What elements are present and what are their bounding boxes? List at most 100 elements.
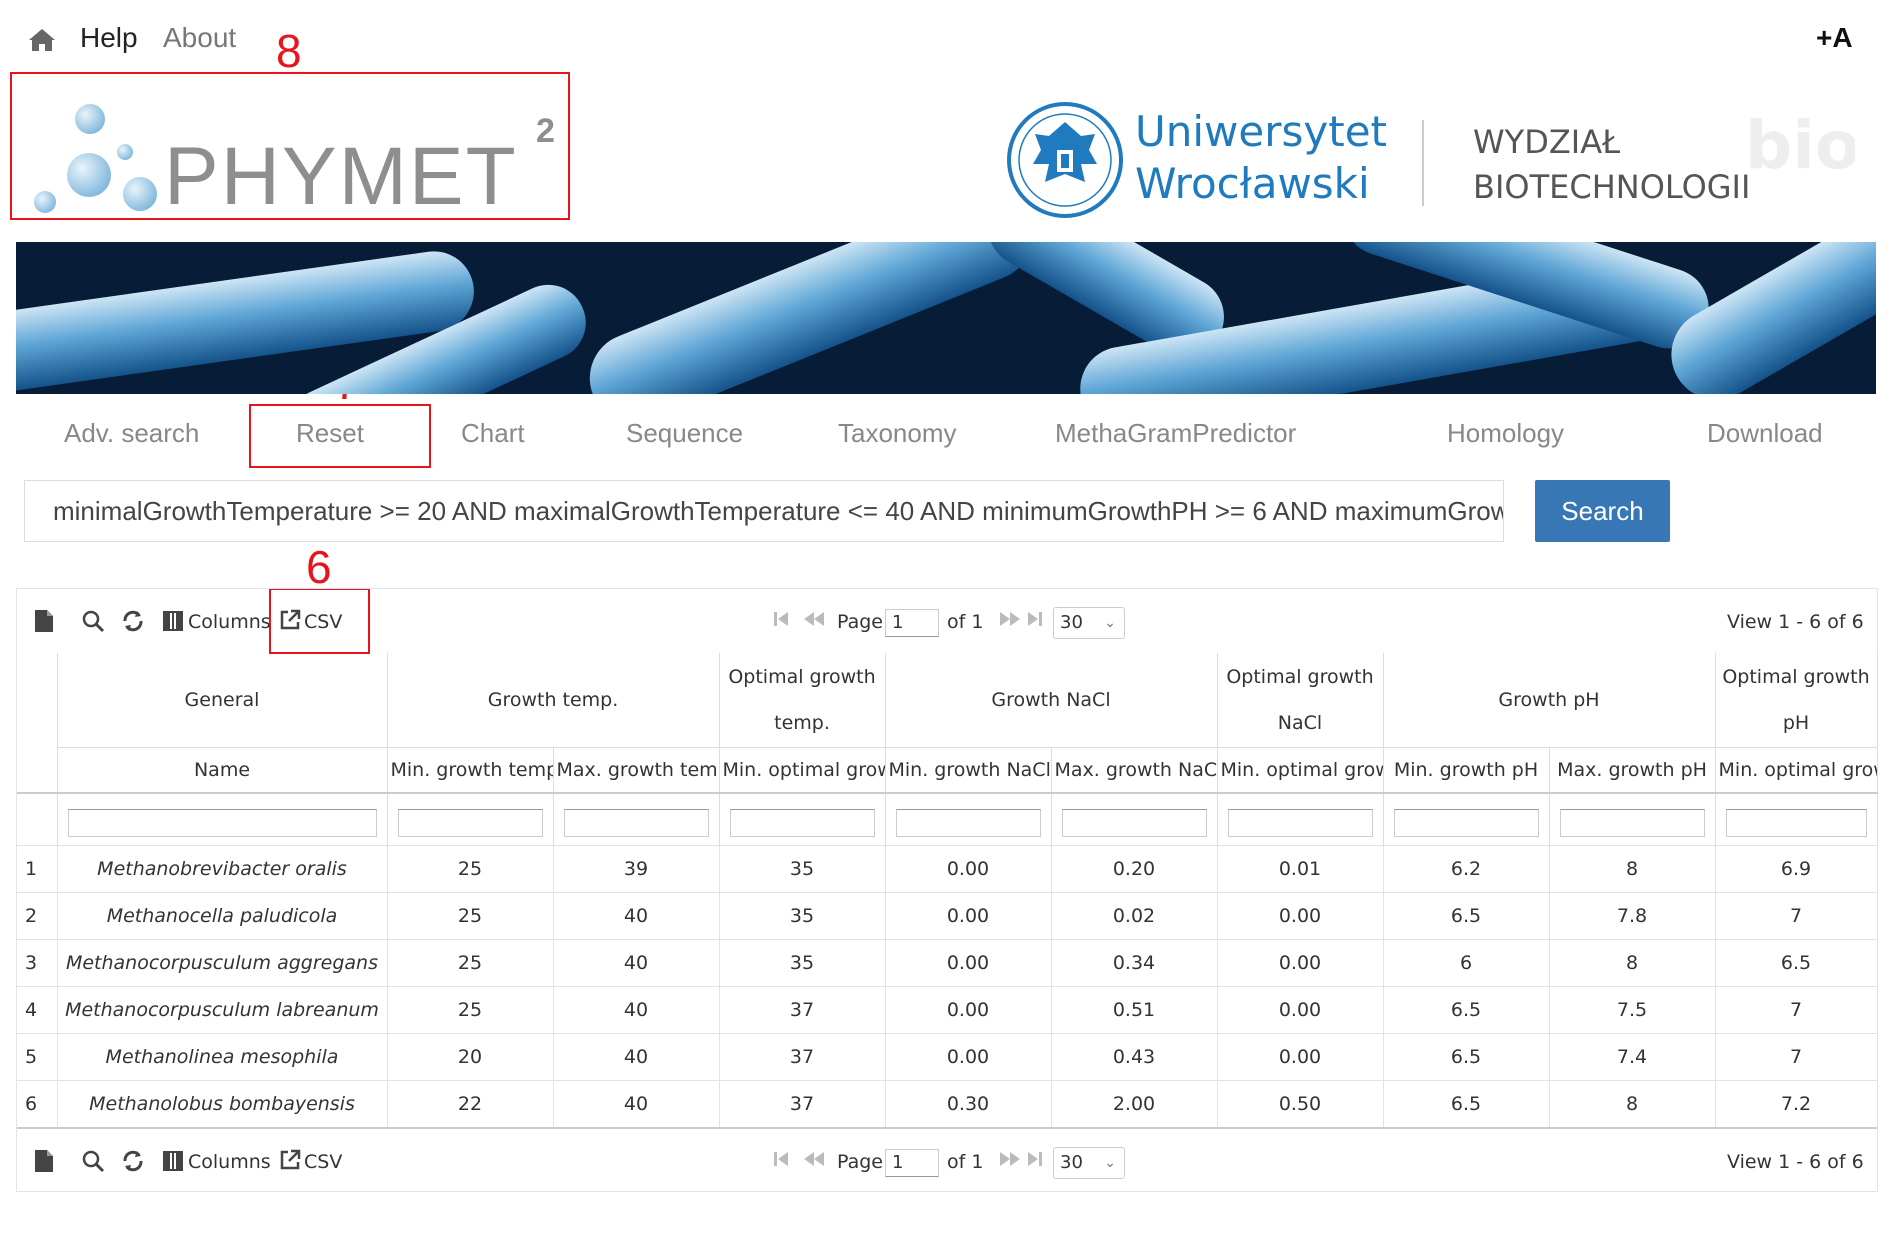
table-cell: 7.4 <box>1549 1032 1716 1080</box>
menu-chart[interactable]: Chart <box>461 418 525 449</box>
column-header[interactable]: Min. optimal grow <box>1715 747 1878 794</box>
table-cell: 37 <box>719 985 886 1033</box>
first-page-icon[interactable] <box>773 609 789 629</box>
nav-about-link[interactable]: About <box>163 22 236 54</box>
last-page-icon[interactable] <box>1027 609 1043 629</box>
page-number-input[interactable]: 1 <box>885 1149 939 1177</box>
page-label: Page <box>837 1151 883 1173</box>
last-page-icon[interactable] <box>1027 1149 1043 1169</box>
filter-input[interactable] <box>1227 809 1373 838</box>
home-icon[interactable] <box>28 28 56 52</box>
column-header[interactable]: Min. growth temp <box>387 747 554 794</box>
table-cell: 40 <box>553 985 720 1033</box>
search-icon[interactable] <box>81 609 105 633</box>
table-row[interactable]: 1 Methanobrevibacter oralis 25 39 35 0.00 0.20… <box>17 844 1878 892</box>
columns-icon[interactable] <box>161 609 185 633</box>
csv-export-button[interactable]: CSV <box>304 611 342 633</box>
row-number: 6 <box>17 1079 58 1127</box>
filter-input[interactable] <box>895 809 1041 838</box>
table-row[interactable]: 4 Methanocorpusculum labreanum 25 40 37 0.00 0… <box>17 985 1878 1033</box>
menu-reset[interactable]: Reset <box>296 418 364 449</box>
filter-input[interactable] <box>729 809 875 838</box>
page-count-label: of 1 <box>947 611 984 633</box>
phymet-logo-graphic: PHYMET 2 <box>34 104 555 222</box>
column-header[interactable]: Max. growth NaCl <box>1051 747 1218 794</box>
menu-adv-search[interactable]: Adv. search <box>64 418 199 449</box>
new-record-icon[interactable] <box>33 609 55 633</box>
rows-per-page-value: 30 <box>1060 612 1083 633</box>
next-page-icon[interactable] <box>999 609 1021 629</box>
rows-per-page-select[interactable]: 30 ⌄ <box>1053 607 1125 639</box>
page-number-input[interactable]: 1 <box>885 609 939 637</box>
menu-taxonomy[interactable]: Taxonomy <box>838 418 957 449</box>
table-cell: 6.5 <box>1715 938 1878 986</box>
rows-per-page-select[interactable]: 30 ⌄ <box>1053 1147 1125 1179</box>
bacteria-banner <box>16 242 1876 394</box>
columns-icon[interactable] <box>161 1149 185 1173</box>
table-cell: 2.00 <box>1051 1079 1218 1127</box>
table-cell: 6.5 <box>1383 985 1550 1033</box>
menu-homology[interactable]: Homology <box>1447 418 1564 449</box>
row-number: 5 <box>17 1032 58 1080</box>
export-icon[interactable] <box>279 609 301 631</box>
nav-help-link[interactable]: Help <box>80 22 138 54</box>
table-cell: 0.00 <box>885 1032 1052 1080</box>
column-header[interactable]: Max. growth temp <box>553 747 720 794</box>
group-header-general: General <box>57 653 388 748</box>
phymet-logo-superscript: 2 <box>536 112 555 150</box>
view-records-text: View 1 - 6 of 6 <box>1727 611 1864 633</box>
columns-label[interactable]: Columns <box>188 611 271 633</box>
group-header-growth-nacl: Growth NaCl <box>885 653 1218 748</box>
csv-export-button[interactable]: CSV <box>304 1151 342 1173</box>
row-number: 4 <box>17 985 58 1033</box>
next-page-icon[interactable] <box>999 1149 1021 1169</box>
table-cell: 0.00 <box>885 891 1052 939</box>
table-cell: 0.20 <box>1051 844 1218 892</box>
table-row[interactable]: 6 Methanolobus bombayensis 22 40 37 0.30 2.00 0… <box>17 1079 1878 1127</box>
table-row[interactable]: 2 Methanocella paludicola 25 40 35 0.00 0.02 0.… <box>17 891 1878 939</box>
column-header[interactable]: Min. growth pH <box>1383 747 1550 794</box>
filter-input[interactable] <box>67 809 377 838</box>
font-size-toggle[interactable]: +A <box>1816 22 1853 54</box>
export-icon[interactable] <box>279 1149 301 1171</box>
table-cell: 0.00 <box>1217 891 1384 939</box>
filter-input[interactable] <box>563 809 709 838</box>
table-cell: 7 <box>1715 1032 1878 1080</box>
table-cell: 40 <box>553 1079 720 1127</box>
search-button[interactable]: Search <box>1535 480 1670 542</box>
refresh-icon[interactable] <box>121 609 145 633</box>
filter-input[interactable] <box>1559 809 1705 838</box>
table-row[interactable]: 5 Methanolinea mesophila 20 40 37 0.00 0.43 0.0… <box>17 1032 1878 1080</box>
menu-sequence[interactable]: Sequence <box>626 418 743 449</box>
table-cell: 0.00 <box>885 844 1052 892</box>
prev-page-icon[interactable] <box>803 609 825 629</box>
new-record-icon[interactable] <box>33 1149 55 1173</box>
table-row[interactable]: 3 Methanocorpusculum aggregans 25 40 35 0.00 0… <box>17 938 1878 986</box>
filter-input[interactable] <box>1725 809 1867 838</box>
filter-input[interactable] <box>1393 809 1539 838</box>
university-logo[interactable]: Uniwersytet Wrocławski bio WYDZIAŁ BIOTE… <box>1005 98 1860 223</box>
phymet-logo[interactable]: PHYMET 2 <box>12 72 568 222</box>
filter-spacer <box>17 792 58 845</box>
query-input[interactable]: minimalGrowthTemperature >= 20 AND maxim… <box>24 480 1504 542</box>
first-page-icon[interactable] <box>773 1149 789 1169</box>
table-cell: 0.43 <box>1051 1032 1218 1080</box>
prev-page-icon[interactable] <box>803 1149 825 1169</box>
filter-input[interactable] <box>1061 809 1207 838</box>
column-header[interactable]: Name <box>57 747 388 794</box>
table-cell: 39 <box>553 844 720 892</box>
table-cell: 0.01 <box>1217 844 1384 892</box>
search-icon[interactable] <box>81 1149 105 1173</box>
column-header[interactable]: Min. optimal grow <box>1217 747 1384 794</box>
menu-download[interactable]: Download <box>1707 418 1823 449</box>
column-header[interactable]: Max. growth pH <box>1549 747 1716 794</box>
group-header-growth-ph: Growth pH <box>1383 653 1716 748</box>
table-cell: 25 <box>387 891 554 939</box>
column-header[interactable]: Min. growth NaCl <box>885 747 1052 794</box>
refresh-icon[interactable] <box>121 1149 145 1173</box>
filter-input[interactable] <box>397 809 543 838</box>
table-cell: 0.00 <box>1217 938 1384 986</box>
columns-label[interactable]: Columns <box>188 1151 271 1173</box>
column-header[interactable]: Min. optimal grow <box>719 747 886 794</box>
menu-methagrampredictor[interactable]: MethaGramPredictor <box>1055 418 1296 449</box>
